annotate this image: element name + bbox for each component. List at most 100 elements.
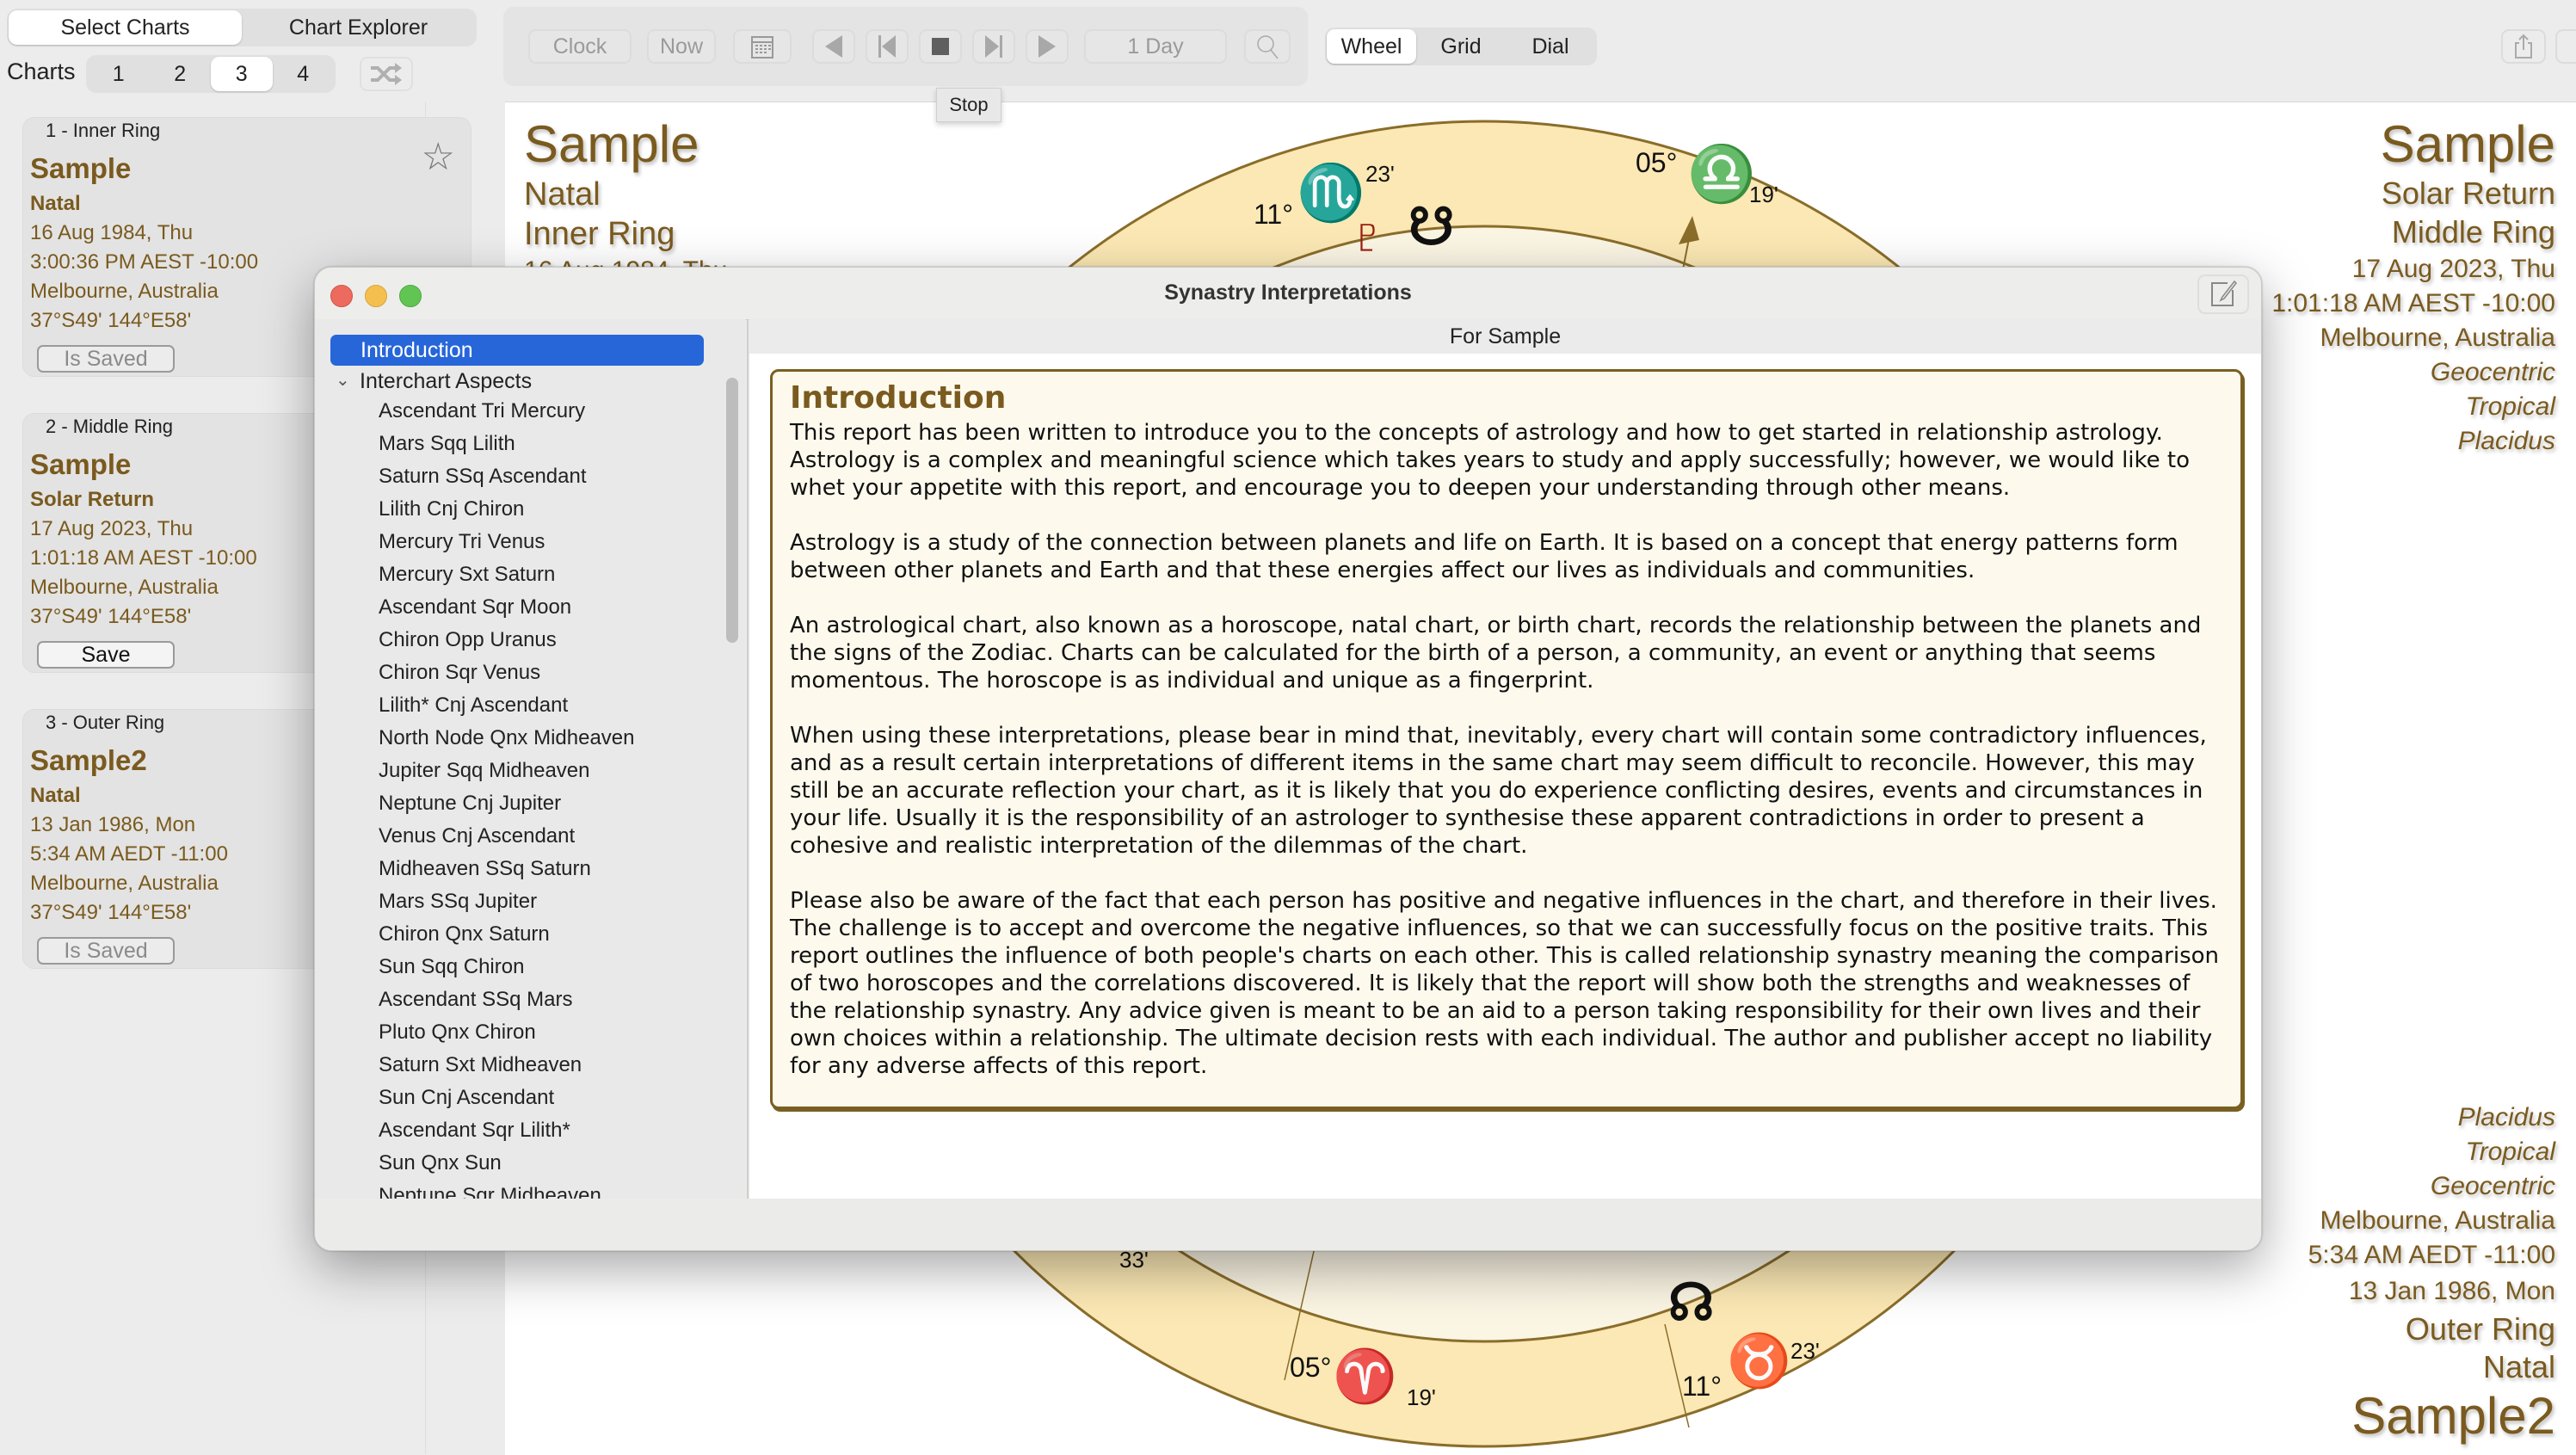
clock-button[interactable]: Clock	[528, 29, 632, 64]
star-icon[interactable]: ☆	[422, 139, 455, 176]
outer-chart-houses: Placidus	[2457, 1103, 2555, 1131]
shuffle-button[interactable]	[360, 57, 413, 91]
intro-paragraph: When using these interpretations, please…	[790, 723, 2207, 859]
chart-count-1[interactable]: 1	[88, 57, 150, 91]
share-button[interactable]	[2501, 29, 2546, 64]
outline-item[interactable]: Chiron Qnx Saturn	[379, 922, 550, 946]
north-node-icon: ☊	[1668, 1273, 1715, 1331]
cusp-degree: 05°	[1290, 1352, 1332, 1383]
cusp-minutes: 19'	[1749, 182, 1778, 207]
intro-paragraph: Please also be aware of the fact that ea…	[790, 888, 2220, 1079]
outline-item[interactable]: Ascendant Sqr Moon	[379, 595, 571, 620]
is-saved-button[interactable]: Is Saved	[37, 345, 175, 373]
chart-count-segmented: 1 2 3 4	[86, 55, 336, 93]
stop-button[interactable]	[919, 29, 962, 64]
chart-name: Sample	[30, 448, 132, 480]
ring-label: 3 - Outer Ring	[46, 712, 165, 733]
chart-count-2[interactable]: 2	[150, 57, 212, 91]
tab-wheel[interactable]: Wheel	[1327, 29, 1416, 64]
outline-item[interactable]: Ascendant SSq Mars	[379, 988, 572, 1012]
shuffle-icon	[371, 63, 402, 85]
aries-icon: ♈	[1333, 1347, 1397, 1405]
outline-item[interactable]: Midheaven SSq Saturn	[379, 857, 591, 881]
outline-item[interactable]: North Node Qnx Midheaven	[379, 726, 635, 750]
outline-item[interactable]: Mercury Tri Venus	[379, 530, 545, 554]
view-mode-segmented: Wheel Grid Dial	[1325, 28, 1597, 65]
now-button[interactable]: Now	[647, 29, 716, 64]
outline-item[interactable]: Neptune Cnj Jupiter	[379, 792, 561, 816]
outline-item[interactable]: Ascendant Sqr Lilith*	[379, 1119, 570, 1143]
interpretations-outline: Introduction ⌄ Interchart Aspects Ascend…	[315, 319, 745, 1207]
outline-group-interchart-aspects[interactable]: Interchart Aspects	[360, 369, 532, 394]
taurus-icon: ♉	[1727, 1332, 1791, 1390]
chart-coords: 37°S49' 144°E58'	[30, 309, 192, 332]
chart-type: Solar Return	[30, 488, 155, 511]
south-node-icon: ☋	[1408, 198, 1455, 256]
chart-place: Melbourne, Australia	[30, 872, 219, 895]
outer-chart-name: Sample2	[2351, 1387, 2555, 1445]
split-divider[interactable]	[747, 319, 749, 1199]
outline-item[interactable]: Chiron Opp Uranus	[379, 628, 557, 652]
tab-select-charts[interactable]: Select Charts	[9, 10, 242, 45]
chart-name: Sample	[30, 152, 132, 184]
step-back-button[interactable]	[812, 29, 855, 64]
outline-item[interactable]: Mars Sqq Lilith	[379, 432, 515, 456]
outline-item-introduction-label: Introduction	[361, 338, 473, 362]
stop-tooltip: Stop	[936, 88, 1001, 122]
outer-chart-type: Natal	[2482, 1349, 2555, 1384]
outline-item[interactable]: Mercury Sxt Saturn	[379, 563, 555, 587]
chevron-down-icon[interactable]: ⌄	[336, 369, 350, 391]
outline-item[interactable]: Sun Cnj Ascendant	[379, 1086, 554, 1110]
middle-chart-date: 17 Aug 2023, Thu	[2351, 255, 2555, 283]
outline-item[interactable]: Saturn SSq Ascendant	[379, 465, 587, 489]
cusp-minutes: 19'	[1407, 1384, 1436, 1410]
outline-item[interactable]: Jupiter Sqq Midheaven	[379, 759, 589, 783]
chart-type: Natal	[30, 784, 81, 807]
save-button[interactable]: Save	[37, 641, 175, 669]
outline-scrollbar[interactable]	[726, 378, 738, 643]
chart-time: 3:00:36 PM AEST -10:00	[30, 250, 259, 274]
outline-item[interactable]: Sun Qnx Sun	[379, 1151, 502, 1175]
chart-count-3[interactable]: 3	[211, 57, 273, 91]
cusp-minutes: 23'	[1790, 1338, 1820, 1364]
outline-item[interactable]: Venus Cnj Ascendant	[379, 824, 575, 848]
calendar-button[interactable]	[733, 29, 792, 64]
pin-button[interactable]	[2555, 29, 2576, 64]
play-backward-icon	[825, 35, 842, 58]
outer-chart-date: 13 Jan 1986, Mon	[2348, 1277, 2555, 1305]
chart-place: Melbourne, Australia	[30, 576, 219, 599]
panel-mode-segmented: Select Charts Chart Explorer	[7, 9, 477, 46]
chart-count-4[interactable]: 4	[273, 57, 335, 91]
report-content: Introduction This report has been writte…	[749, 354, 2261, 1199]
skip-forward-button[interactable]	[972, 29, 1015, 64]
chart-name: Sample2	[30, 744, 147, 776]
tab-chart-explorer[interactable]: Chart Explorer	[242, 10, 475, 45]
intro-paragraph: Astrology is a study of the connection b…	[790, 530, 2179, 583]
outline-item[interactable]: Lilith* Cnj Ascendant	[379, 694, 568, 718]
outline-item[interactable]: Saturn Sxt Midheaven	[379, 1053, 582, 1077]
step-forward-button[interactable]	[1026, 29, 1069, 64]
is-saved-button[interactable]: Is Saved	[37, 937, 175, 965]
outline-item[interactable]: Chiron Sqr Venus	[379, 661, 540, 685]
skip-back-button[interactable]	[866, 29, 909, 64]
search-button[interactable]	[1244, 29, 1291, 64]
middle-chart-place: Melbourne, Australia	[2320, 324, 2556, 352]
outline-item[interactable]: Sun Sqq Chiron	[379, 955, 524, 979]
tab-dial[interactable]: Dial	[1506, 29, 1595, 64]
middle-ring-info: Sample Solar Return Middle Ring 17 Aug 2…	[2271, 114, 2555, 459]
middle-chart-type: Solar Return	[2381, 176, 2555, 211]
time-step-selector[interactable]: 1 Day	[1084, 29, 1227, 64]
outline-item[interactable]: Pluto Qnx Chiron	[379, 1020, 536, 1045]
synastry-interpretations-window: Synastry Interpretations Introduction ⌄ …	[314, 267, 2262, 1251]
outer-chart-zodiac: Tropical	[2465, 1137, 2555, 1166]
tab-grid[interactable]: Grid	[1416, 29, 1506, 64]
outline-item[interactable]: Ascendant Tri Mercury	[379, 399, 585, 423]
edit-button[interactable]	[2197, 274, 2249, 314]
pluto-icon: ♇	[1348, 207, 1387, 264]
calendar-icon	[751, 36, 773, 59]
outline-item[interactable]: Mars SSq Jupiter	[379, 890, 537, 914]
outer-chart-centric: Geocentric	[2430, 1172, 2555, 1200]
cusp-minutes: 23'	[1365, 161, 1395, 187]
outline-item[interactable]: Lilith Cnj Chiron	[379, 497, 524, 521]
middle-chart-zodiac: Tropical	[2465, 392, 2555, 421]
